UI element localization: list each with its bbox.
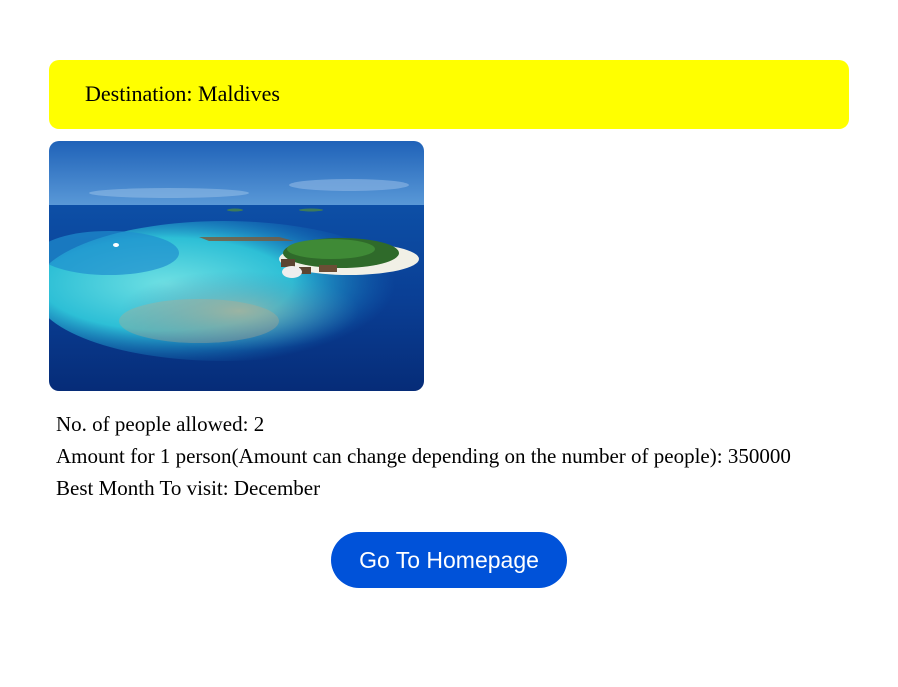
destination-banner: Destination: Maldives [49,60,849,129]
go-to-homepage-button[interactable]: Go To Homepage [331,532,567,588]
destination-image [49,141,424,391]
best-month-text: Best Month To visit: December [56,476,321,500]
amount-text: Amount for 1 person(Amount can change de… [56,444,791,468]
destination-details: No. of people allowed: 2 Amount for 1 pe… [56,408,791,504]
people-allowed-text: No. of people allowed: 2 [56,412,265,436]
destination-title: Destination: Maldives [85,80,280,106]
